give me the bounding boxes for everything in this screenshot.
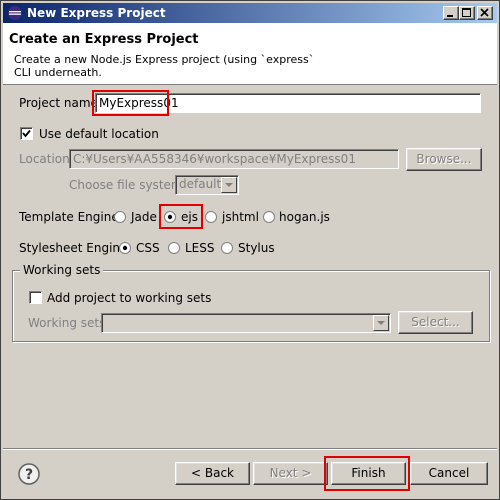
- working-sets-select[interactable]: [101, 313, 391, 333]
- add-to-working-sets-checkbox[interactable]: [29, 291, 42, 304]
- template-jade-label: Jade: [131, 210, 157, 224]
- radio-css[interactable]: [119, 242, 131, 254]
- stylesheet-stylus-label: Stylus: [238, 241, 275, 255]
- minimize-button[interactable]: [443, 6, 459, 20]
- working-sets-group-title: Working sets: [20, 263, 104, 277]
- close-button[interactable]: [477, 6, 493, 20]
- add-to-working-sets-label: Add project to working sets: [47, 291, 212, 305]
- close-icon: [480, 8, 489, 17]
- footer-separator: [3, 448, 497, 450]
- project-name-label: Project name:: [19, 96, 102, 110]
- wizard-header: Create an Express Project Create a new N…: [3, 23, 497, 85]
- chevron-down-icon: [225, 183, 233, 187]
- cancel-button[interactable]: Cancel: [410, 462, 488, 485]
- help-icon[interactable]: ?: [18, 463, 40, 485]
- maximize-icon: [462, 8, 471, 17]
- dropdown-arrow[interactable]: [221, 177, 237, 193]
- radio-jade[interactable]: [114, 211, 126, 223]
- finish-button[interactable]: Finish: [331, 462, 406, 485]
- stylesheet-less-label: LESS: [185, 241, 215, 255]
- select-working-sets-button[interactable]: Select...: [398, 311, 473, 334]
- window-title: New Express Project: [27, 6, 166, 20]
- location-input[interactable]: C:¥Users¥AA558346¥workspace¥MyExpress01: [69, 149, 399, 169]
- template-ejs-label: ejs: [181, 210, 198, 224]
- radio-stylus[interactable]: [221, 242, 233, 254]
- new-express-project-dialog: New Express Project Create an Express Pr…: [0, 0, 500, 500]
- radio-hoganjs[interactable]: [263, 211, 275, 223]
- title-bar[interactable]: New Express Project: [3, 3, 497, 23]
- back-button[interactable]: < Back: [175, 462, 250, 485]
- page-description: Create a new Node.js Express project (us…: [14, 53, 315, 79]
- eclipse-icon: [8, 6, 22, 20]
- template-jshtml-label: jshtml: [222, 210, 259, 224]
- stylesheet-engine-label: Stylesheet Engine:: [19, 241, 132, 255]
- template-hoganjs-label: hogan.js: [279, 210, 330, 224]
- file-system-select[interactable]: default: [175, 175, 239, 195]
- page-title: Create an Express Project: [9, 32, 199, 47]
- choose-file-system-label: Choose file system:: [69, 178, 187, 192]
- minimize-icon: [447, 15, 453, 17]
- checkmark-icon: [22, 129, 31, 138]
- radio-ejs[interactable]: [164, 211, 176, 223]
- use-default-location-checkbox[interactable]: [20, 127, 33, 140]
- project-name-input[interactable]: MyExpress01: [95, 93, 481, 113]
- stylesheet-css-label: CSS: [136, 241, 160, 255]
- chevron-down-icon: [377, 321, 385, 325]
- use-default-location-label: Use default location: [39, 127, 159, 141]
- next-button[interactable]: Next >: [253, 462, 328, 485]
- file-system-value: default: [179, 177, 222, 191]
- location-label: Location:: [19, 152, 74, 166]
- working-sets-label: Working sets:: [28, 316, 110, 330]
- maximize-button[interactable]: [459, 6, 475, 20]
- browse-button[interactable]: Browse...: [406, 148, 482, 171]
- radio-jshtml[interactable]: [205, 211, 217, 223]
- svg-text:?: ?: [25, 467, 33, 483]
- dropdown-arrow[interactable]: [373, 315, 389, 331]
- radio-less[interactable]: [168, 242, 180, 254]
- template-engine-label: Template Engine:: [19, 210, 123, 224]
